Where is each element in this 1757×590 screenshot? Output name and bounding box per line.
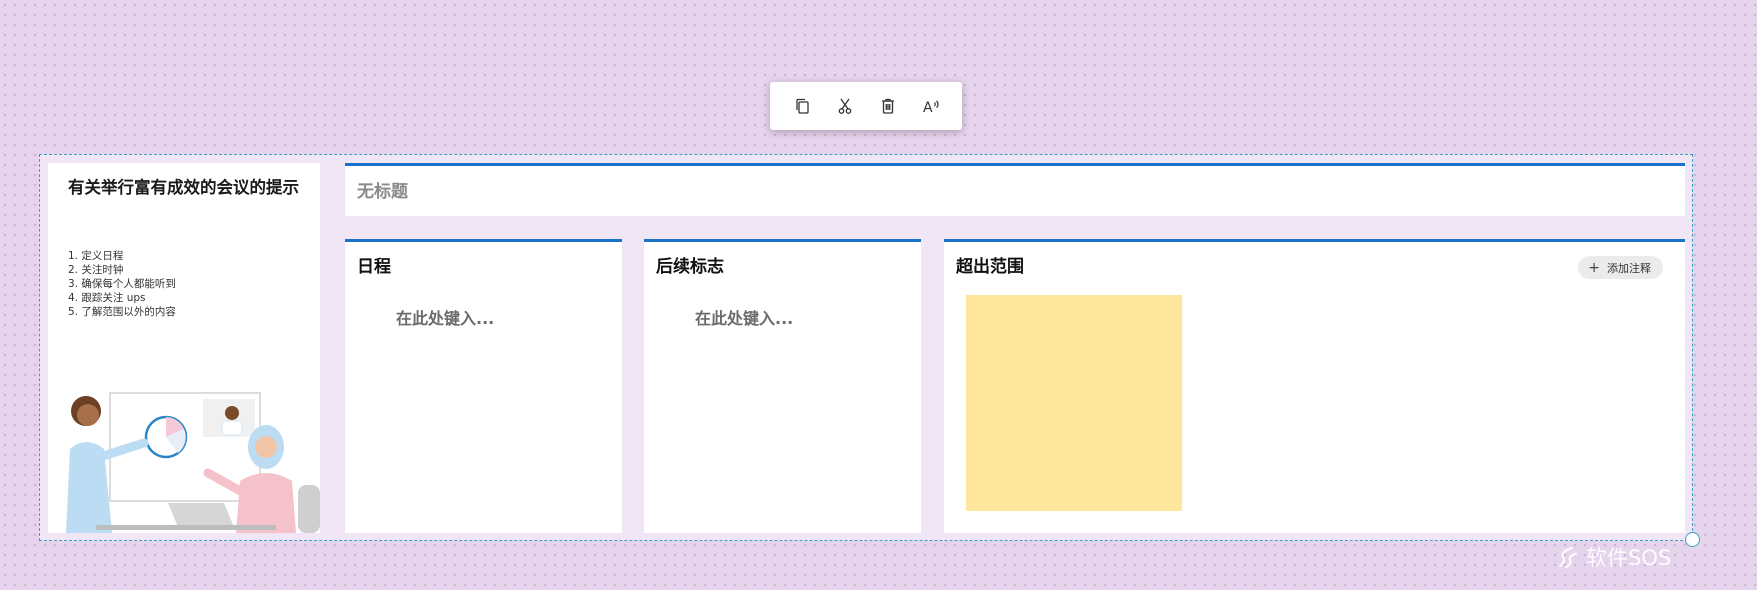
trash-icon <box>881 98 894 114</box>
add-note-button[interactable]: + 添加注释 <box>1578 256 1663 279</box>
tips-title: 有关举行富有成效的会议的提示 <box>68 178 299 197</box>
copy-icon <box>795 98 809 114</box>
tips-card[interactable]: 有关举行富有成效的会议的提示 1. 定义日程 2. 关注时钟 3. 确保每个人都… <box>48 163 320 533</box>
column-title: 超出范围 <box>956 257 1024 277</box>
watermark-text: 软件SOS <box>1586 546 1672 570</box>
agenda-column[interactable]: 日程 在此处键入... <box>345 239 622 533</box>
follow-ups-input[interactable]: 在此处键入... <box>695 305 793 329</box>
agenda-input[interactable]: 在此处键入... <box>396 305 494 329</box>
watermark-logo-icon <box>1558 546 1578 569</box>
title-bar[interactable]: 无标题 <box>345 163 1685 216</box>
scissors-icon <box>838 98 851 114</box>
meeting-template-group[interactable]: 有关举行富有成效的会议的提示 1. 定义日程 2. 关注时钟 3. 确保每个人都… <box>39 154 1693 541</box>
read-aloud-button[interactable]: A <box>913 88 949 124</box>
delete-button[interactable] <box>870 88 906 124</box>
watermark: 软件SOS <box>1554 542 1671 572</box>
meeting-illustration <box>66 392 320 533</box>
tips-list-item: 5. 了解范围以外的内容 <box>68 306 176 318</box>
tips-list-item: 3. 确保每个人都能听到 <box>68 278 176 290</box>
add-note-label: 添加注释 <box>1607 261 1651 275</box>
tips-list: 1. 定义日程 2. 关注时钟 3. 确保每个人都能听到 4. 跟踪关注 ups… <box>68 249 308 319</box>
tips-list-item: 1. 定义日程 <box>68 250 124 262</box>
sticky-note[interactable] <box>966 295 1182 511</box>
title-text[interactable]: 无标题 <box>357 177 408 202</box>
resize-handle[interactable] <box>1685 532 1700 547</box>
follow-ups-column[interactable]: 后续标志 在此处键入... <box>644 239 921 533</box>
read-aloud-icon: A <box>923 100 939 116</box>
plus-icon: + <box>1588 259 1600 276</box>
column-title: 后续标志 <box>656 257 724 277</box>
cut-button[interactable] <box>827 88 863 124</box>
svg-text:A: A <box>923 100 933 116</box>
tips-list-item: 2. 关注时钟 <box>68 264 124 276</box>
column-title: 日程 <box>357 257 391 277</box>
tips-list-item: 4. 跟踪关注 ups <box>68 292 146 304</box>
copy-button[interactable] <box>784 88 820 124</box>
out-of-scope-column[interactable]: 超出范围 + 添加注释 <box>944 239 1685 533</box>
context-toolbar: A <box>770 82 962 130</box>
